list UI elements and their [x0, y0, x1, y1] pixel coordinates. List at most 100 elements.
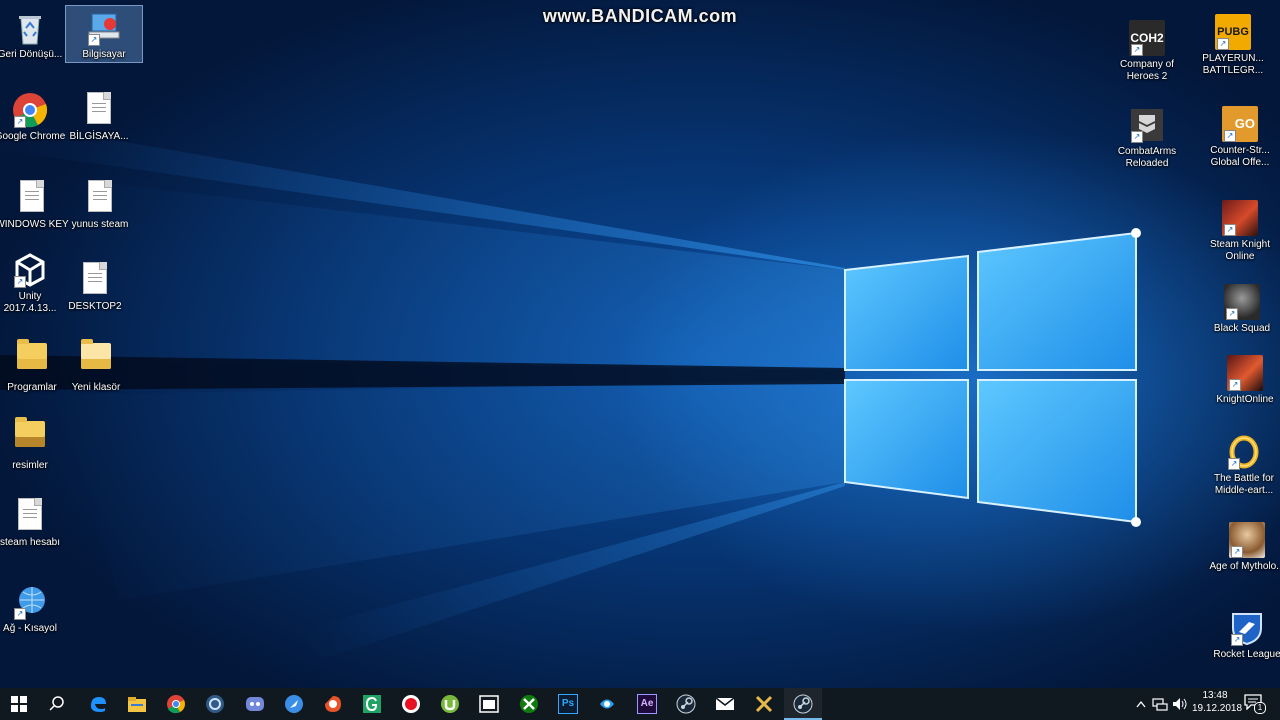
desktop-icon-label: Steam Knight Online: [1209, 239, 1271, 262]
clock-time: 13:48: [1202, 690, 1228, 701]
clock-date: 19.12.2018: [1192, 703, 1243, 714]
unity-icon: ↗: [12, 252, 48, 288]
windows-wallpaper: [0, 120, 1141, 660]
photoshop-icon: Ps: [558, 694, 578, 714]
taskbar-window-app[interactable]: [470, 688, 508, 720]
desktop-icon-pubg[interactable]: PUBG ↗ PLAYERUN... BATTLEGR...: [1195, 10, 1271, 77]
taskbar-globe[interactable]: [275, 688, 313, 720]
taskbar-bandicam[interactable]: [392, 688, 430, 720]
search-button[interactable]: [38, 688, 76, 720]
shortcut-arrow-icon: ↗: [1229, 379, 1241, 391]
taskbar-chrome[interactable]: [157, 688, 195, 720]
desktop-icon-label: Google Chrome: [0, 131, 66, 142]
action-center-button[interactable]: 1: [1244, 694, 1266, 714]
combat-arms-icon: ↗: [1129, 107, 1165, 143]
desktop-icon-yeni-klasor[interactable]: Yeni klasör: [58, 338, 134, 394]
steam-icon: [793, 694, 813, 714]
taskbar-utorrent[interactable]: [431, 688, 469, 720]
taskbar-steam-active[interactable]: [784, 688, 822, 720]
desktop-icon-resimler[interactable]: resimler: [0, 416, 68, 472]
edge-icon: [91, 697, 106, 712]
search-icon: [49, 696, 64, 711]
taskbar: Ps Ae 13:48 19.12.2018 1: [0, 688, 1280, 720]
shortcut-arrow-icon: ↗: [1131, 131, 1143, 143]
folder-icon: [14, 339, 50, 379]
desktop-icon-recycle-bin[interactable]: Geri Dönüşü...: [0, 6, 68, 61]
desktop-icon-bilgisayar-txt[interactable]: BİLGİSAYA...: [61, 88, 137, 143]
game-icon: [755, 695, 773, 713]
desktop-icon-combatarms[interactable]: ↗ CombatArms Reloaded: [1109, 103, 1185, 170]
chrome-icon: [167, 695, 185, 714]
desktop-icon-label: CombatArms Reloaded: [1117, 146, 1177, 169]
shortcut-arrow-icon: ↗: [1217, 38, 1229, 50]
desktop-icon-yunus-steam[interactable]: yunus steam: [62, 176, 138, 231]
taskbar-file-explorer[interactable]: [118, 688, 156, 720]
taskbar-network-app[interactable]: [588, 688, 626, 720]
text-file-icon: [81, 92, 117, 128]
coh2-icon: COH2 ↗: [1129, 20, 1165, 56]
black-squad-icon: ↗: [1224, 284, 1260, 320]
age-of-mythology-icon: ↗: [1229, 522, 1265, 558]
folder-icon: [12, 417, 48, 457]
desktop-icon-computer[interactable]: ↗ Bilgisayar: [65, 5, 143, 63]
shortcut-arrow-icon: ↗: [88, 34, 100, 46]
desktop-icon-network[interactable]: ↗ Ağ - Kısayol: [0, 580, 68, 635]
desktop-icon-battle-for-middle-earth[interactable]: ↗ The Battle for Middle-eart...: [1206, 430, 1280, 497]
desktop-icon-csgo[interactable]: GO ↗ Counter-Str... Global Offe...: [1202, 102, 1278, 169]
taskbar-after-effects[interactable]: Ae: [628, 688, 666, 720]
taskbar-browser[interactable]: [314, 688, 352, 720]
taskbar-steam[interactable]: [667, 688, 705, 720]
shortcut-arrow-icon: ↗: [14, 608, 26, 620]
show-hidden-icons-button[interactable]: [1134, 696, 1148, 712]
desktop-icon-label: Yeni klasör: [71, 382, 121, 393]
desktop-icon-knightonline[interactable]: ↗ KnightOnline: [1207, 351, 1280, 406]
desktop-icon-label: yunus steam: [71, 219, 129, 230]
shortcut-arrow-icon: ↗: [1131, 44, 1143, 56]
desktop-icon-label: Age of Mytholo...: [1209, 561, 1280, 572]
desktop-icon-google-chrome[interactable]: ↗ Google Chrome: [0, 88, 68, 143]
ring-icon: ↗: [1226, 434, 1262, 470]
notification-count-badge: 1: [1254, 702, 1266, 714]
window-app-icon: [479, 695, 499, 713]
desktop-icon-age-of-mythology[interactable]: ↗ Age of Mytholo...: [1209, 518, 1280, 573]
taskbar-discord[interactable]: [236, 688, 274, 720]
shortcut-arrow-icon: ↗: [1224, 130, 1236, 142]
desktop[interactable]: www.BANDICAM.com Geri Dönüşü... ↗ Bilgis…: [0, 0, 1280, 688]
desktop-icon-rocket-league[interactable]: ↗ Rocket League: [1209, 606, 1280, 661]
network-wired-icon: [1152, 698, 1168, 711]
desktop-icon-steam-knight-online[interactable]: ↗ Steam Knight Online: [1202, 196, 1278, 263]
recycle-bin-icon: [12, 10, 48, 46]
taskbar-mail[interactable]: [706, 688, 744, 720]
start-button[interactable]: [0, 688, 38, 720]
desktop-icon-label: Company of Heroes 2: [1120, 59, 1174, 82]
taskbar-game[interactable]: [745, 688, 783, 720]
desktop-icon-windows-key[interactable]: WINDOWS KEY: [0, 176, 70, 231]
rocket-league-icon: ↗: [1229, 610, 1265, 646]
desktop-icon-label: resimler: [12, 460, 48, 471]
utorrent-icon: [441, 695, 459, 713]
after-effects-icon: Ae: [637, 694, 657, 714]
desktop-icon-black-squad[interactable]: ↗ Black Squad: [1204, 280, 1280, 335]
globe-icon: [285, 695, 303, 713]
text-file-icon: [82, 180, 118, 216]
taskbar-g-app[interactable]: [353, 688, 391, 720]
desktop-icon-steam-hesabi[interactable]: steam hesabı: [0, 494, 68, 549]
knight-online-icon: ↗: [1222, 200, 1258, 236]
taskbar-edge[interactable]: [79, 688, 117, 720]
desktop-icon-label: WINDOWS KEY: [0, 219, 69, 230]
speaker-icon: [1173, 698, 1187, 710]
clock-button[interactable]: 13:48 19.12.2018: [1192, 690, 1243, 718]
desktop-icon-label: Counter-Str... Global Offe...: [1210, 145, 1270, 168]
bandicam-watermark: www.BANDICAM.com: [542, 6, 738, 26]
network-status-button[interactable]: [1152, 696, 1168, 712]
desktop-icon-label: Ağ - Kısayol: [3, 623, 57, 634]
taskbar-xbox[interactable]: [510, 688, 548, 720]
volume-button[interactable]: [1172, 696, 1188, 712]
text-file-icon: [77, 262, 113, 298]
desktop-icon-desktop2[interactable]: DESKTOP2: [57, 258, 133, 313]
taskbar-photoshop[interactable]: Ps: [549, 688, 587, 720]
bandicam-record-icon: [402, 695, 420, 713]
desktop-icon-label: DESKTOP2: [68, 301, 122, 312]
desktop-icon-company-of-heroes-2[interactable]: COH2 ↗ Company of Heroes 2: [1109, 16, 1185, 83]
taskbar-app[interactable]: [196, 688, 234, 720]
